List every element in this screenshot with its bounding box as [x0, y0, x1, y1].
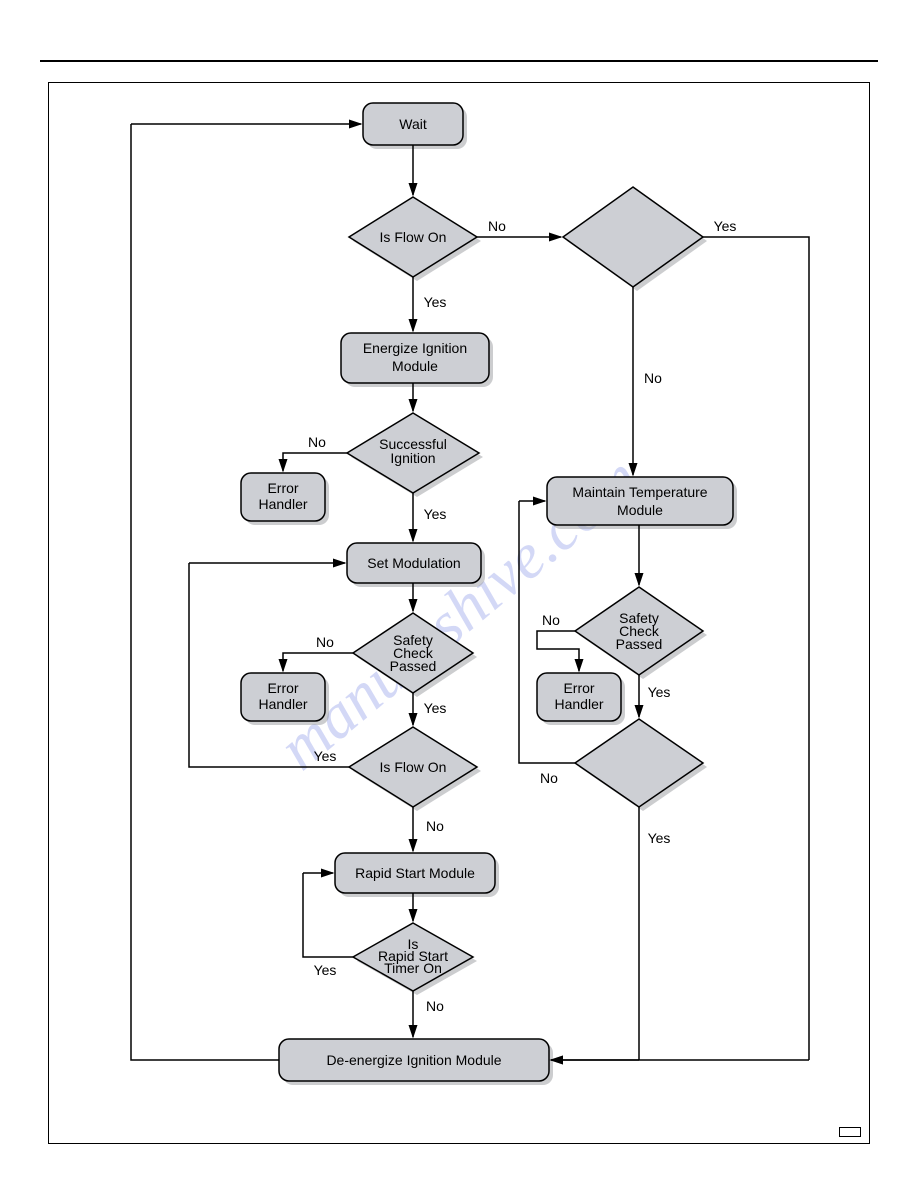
svg-text:Ignition: Ignition	[390, 450, 435, 466]
svg-text:Passed: Passed	[616, 636, 663, 652]
svg-text:Maintain Temperature: Maintain Temperature	[572, 484, 707, 500]
svg-text:Yes: Yes	[714, 218, 737, 234]
svg-text:Handler: Handler	[258, 496, 307, 512]
svg-text:No: No	[488, 218, 506, 234]
node-energize-l1: Energize Ignition	[363, 340, 467, 356]
node-wait: Wait	[399, 116, 427, 132]
svg-text:No: No	[308, 434, 326, 450]
svg-text:Handler: Handler	[258, 696, 307, 712]
node-rapid: Rapid Start Module	[355, 865, 475, 881]
svg-text:No: No	[316, 634, 334, 650]
page-number	[839, 1127, 861, 1137]
svg-text:No: No	[644, 370, 662, 386]
svg-text:No: No	[426, 818, 444, 834]
svg-text:Yes: Yes	[314, 962, 337, 978]
svg-text:Yes: Yes	[314, 748, 337, 764]
node-isflow1: Is Flow On	[380, 229, 447, 245]
svg-text:Yes: Yes	[424, 700, 447, 716]
svg-text:Module: Module	[617, 502, 663, 518]
svg-text:Error: Error	[267, 480, 298, 496]
svg-text:Error: Error	[267, 680, 298, 696]
svg-text:No: No	[426, 998, 444, 1014]
svg-text:No: No	[542, 612, 560, 628]
node-deenergize: De-energize Ignition Module	[326, 1052, 501, 1068]
svg-text:Module: Module	[392, 358, 438, 374]
node-isflow2: Is Flow On	[380, 759, 447, 775]
svg-text:Error: Error	[563, 680, 594, 696]
svg-text:Yes: Yes	[424, 294, 447, 310]
svg-text:No: No	[540, 770, 558, 786]
svg-text:Handler: Handler	[554, 696, 603, 712]
svg-text:Timer On: Timer On	[384, 960, 442, 976]
svg-text:Yes: Yes	[424, 506, 447, 522]
flowchart: Wait Is Flow On Energize Ignition Module…	[49, 83, 869, 1143]
node-setmod: Set Modulation	[367, 555, 460, 571]
svg-text:Yes: Yes	[648, 830, 671, 846]
svg-text:Passed: Passed	[390, 658, 437, 674]
svg-text:Yes: Yes	[648, 684, 671, 700]
